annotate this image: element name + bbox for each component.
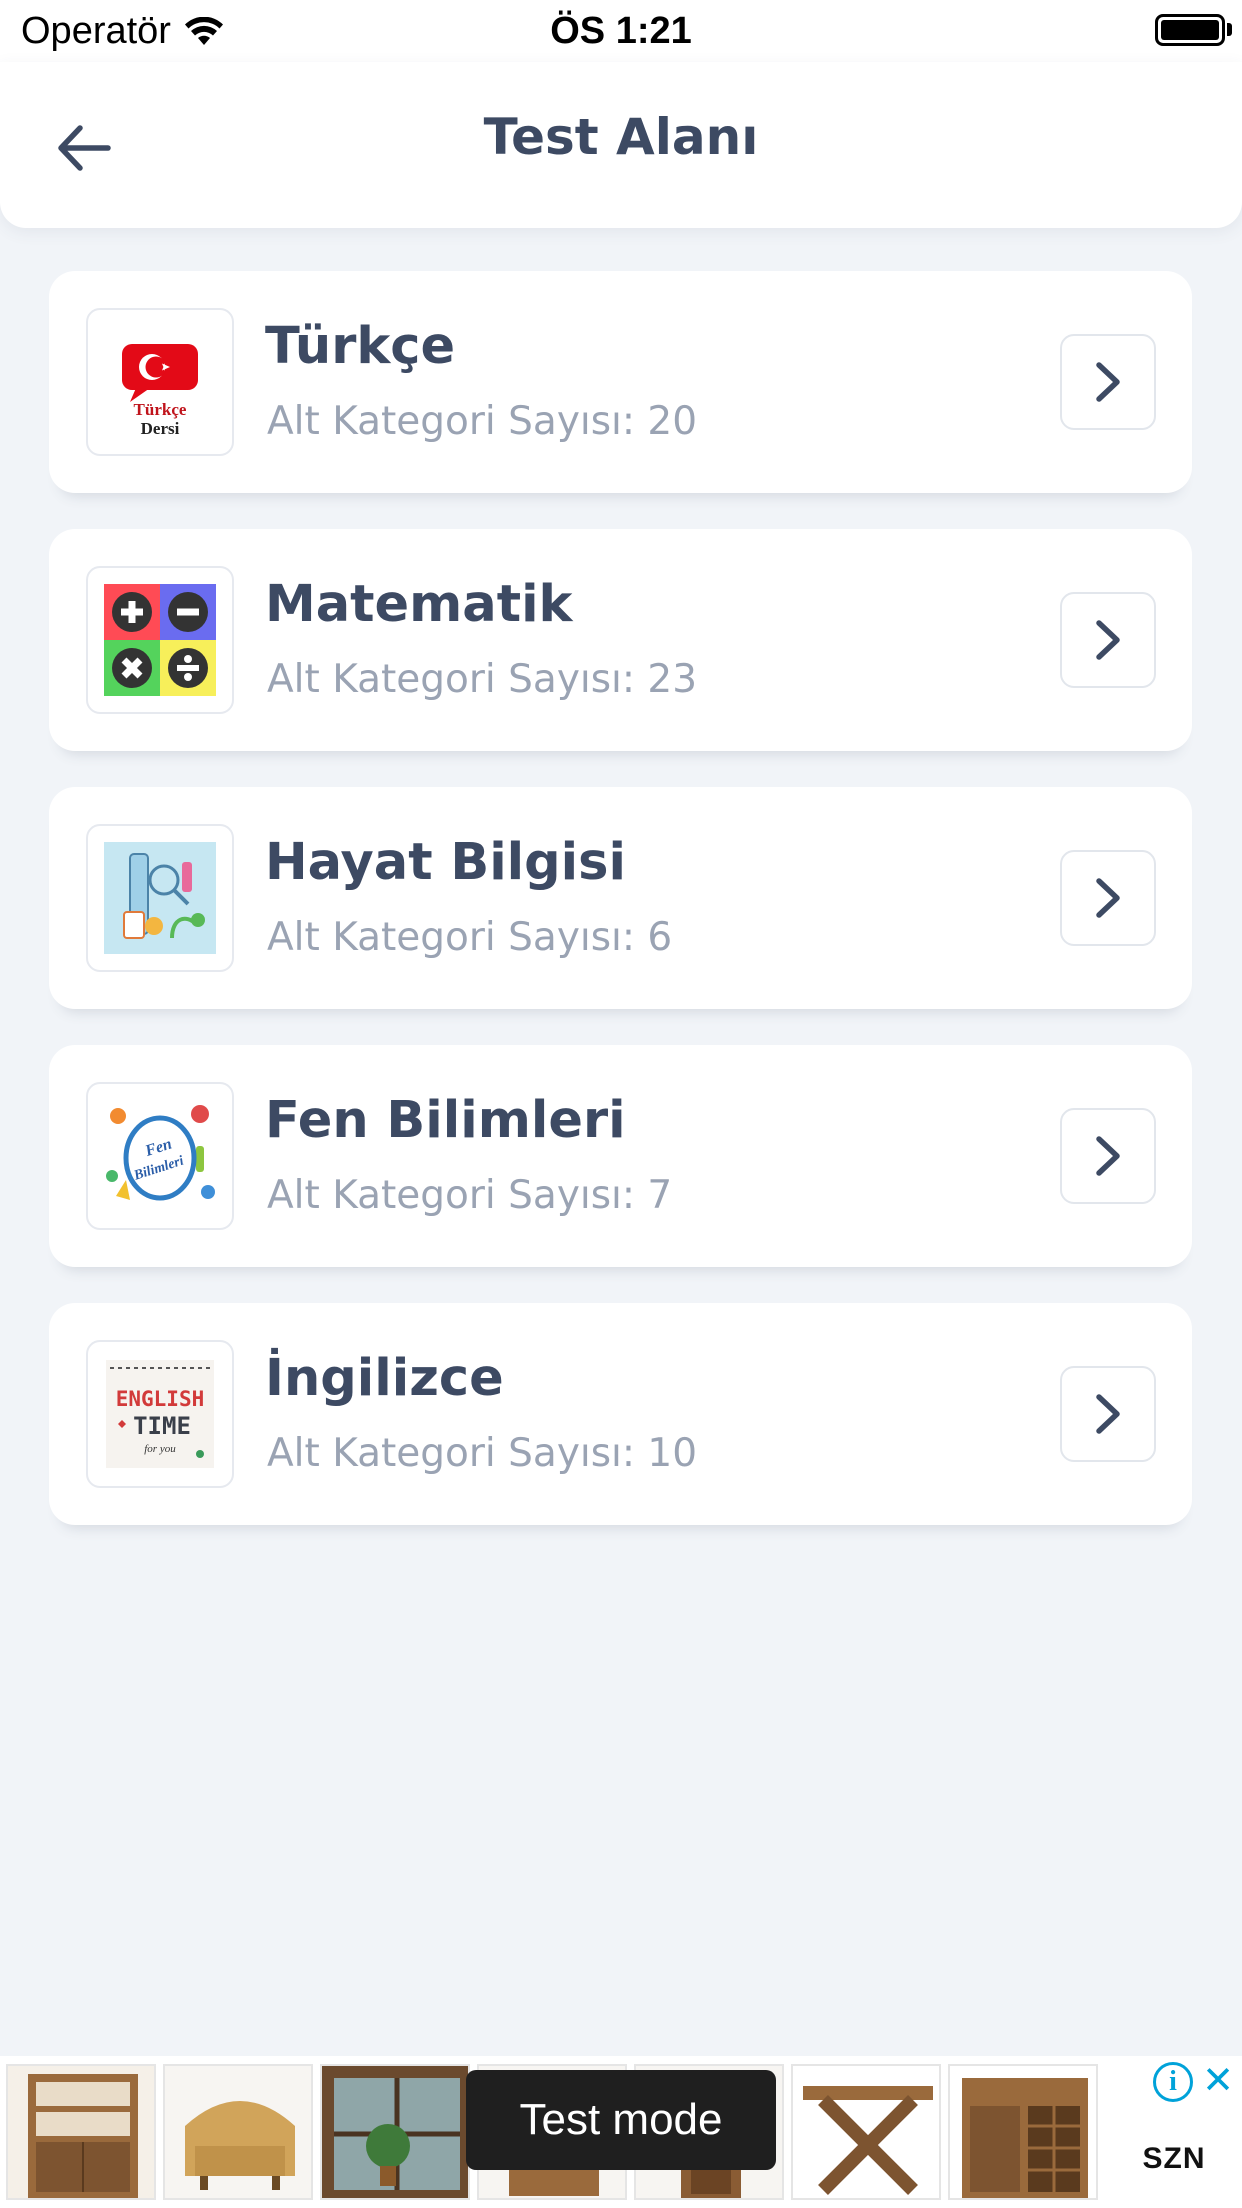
status-time: ÖS 1:21 (550, 10, 692, 52)
chevron-right-icon (1096, 878, 1120, 918)
chevron-right-icon (1096, 620, 1120, 660)
close-icon[interactable]: ✕ (1198, 2058, 1238, 2102)
category-card-matematik[interactable]: Matematik Alt Kategori Sayısı: 23 (49, 529, 1192, 751)
thumb-text-2: TIME (133, 1412, 191, 1440)
ad-banner[interactable]: Test mode i ✕ SZN (0, 2056, 1242, 2208)
category-title: Matematik (265, 575, 573, 634)
nav-bar: Test Alanı (0, 62, 1242, 228)
category-thumbnail (86, 824, 234, 972)
window-plant-image (322, 2066, 468, 2198)
math-operators-icon (104, 584, 216, 696)
category-subcount: Alt Kategori Sayısı: 7 (267, 1173, 673, 1218)
thumb-text-1: ENGLISH (116, 1387, 205, 1411)
english-time-illustration: ENGLISH TIME for you (106, 1360, 214, 1468)
open-category-button[interactable] (1060, 1366, 1156, 1462)
open-category-button[interactable] (1060, 592, 1156, 688)
ad-product-armchair[interactable] (163, 2064, 313, 2200)
category-card-fen-bilimleri[interactable]: Fen Bilimleri Fen Bilimleri Alt Kategori… (49, 1045, 1192, 1267)
category-list: Türkçe Dersi Türkçe Alt Kategori Sayısı:… (49, 271, 1192, 1561)
battery-icon (1155, 14, 1225, 46)
category-subcount: Alt Kategori Sayısı: 23 (267, 657, 698, 702)
status-bar: Operatör ÖS 1:21 (0, 0, 1242, 62)
category-title: Fen Bilimleri (265, 1091, 626, 1150)
turkish-flag-speech-icon: Türkçe Dersi (122, 344, 198, 438)
category-subcount: Alt Kategori Sayısı: 20 (267, 399, 698, 444)
life-science-illustration (104, 842, 216, 954)
chevron-right-icon (1096, 1136, 1120, 1176)
ad-product-bookcase[interactable] (6, 2064, 156, 2200)
thumb-text-3: for you (144, 1443, 176, 1455)
bookcase-image (28, 2074, 138, 2198)
category-title: İngilizce (265, 1349, 504, 1408)
open-category-button[interactable] (1060, 1108, 1156, 1204)
open-category-button[interactable] (1060, 850, 1156, 946)
ad-product-wine-cabinet[interactable] (948, 2064, 1098, 2200)
category-thumbnail: Türkçe Dersi (86, 308, 234, 456)
armchair-image (165, 2066, 311, 2198)
category-title: Türkçe (265, 317, 456, 376)
thumb-text-2: Dersi (141, 419, 180, 438)
category-title: Hayat Bilgisi (265, 833, 626, 892)
test-mode-label: Test mode (466, 2070, 776, 2170)
open-category-button[interactable] (1060, 334, 1156, 430)
category-card-hayat-bilgisi[interactable]: Hayat Bilgisi Alt Kategori Sayısı: 6 (49, 787, 1192, 1009)
category-subcount: Alt Kategori Sayısı: 10 (267, 1431, 698, 1476)
battery-tip (1227, 23, 1232, 36)
category-thumbnail (86, 566, 234, 714)
thumb-text-1: Türkçe (134, 400, 187, 419)
ad-product-table[interactable] (791, 2064, 941, 2200)
category-thumbnail: ENGLISH TIME for you (86, 1340, 234, 1488)
page-title: Test Alanı (483, 108, 759, 166)
category-thumbnail: Fen Bilimleri (86, 1082, 234, 1230)
chevron-right-icon (1096, 1394, 1120, 1434)
science-illustration: Fen Bilimleri (100, 1096, 220, 1216)
category-subcount: Alt Kategori Sayısı: 6 (267, 915, 673, 960)
category-card-ingilizce[interactable]: ENGLISH TIME for you İngilizce Alt Kateg… (49, 1303, 1192, 1525)
ad-logo: SZN (1142, 2142, 1206, 2175)
wine-cabinet-image (950, 2066, 1096, 2198)
table-image (793, 2066, 939, 2198)
chevron-right-icon (1096, 362, 1120, 402)
ad-product-window[interactable] (320, 2064, 470, 2200)
category-card-turkce[interactable]: Türkçe Dersi Türkçe Alt Kategori Sayısı:… (49, 271, 1192, 493)
info-icon[interactable]: i (1153, 2062, 1193, 2102)
